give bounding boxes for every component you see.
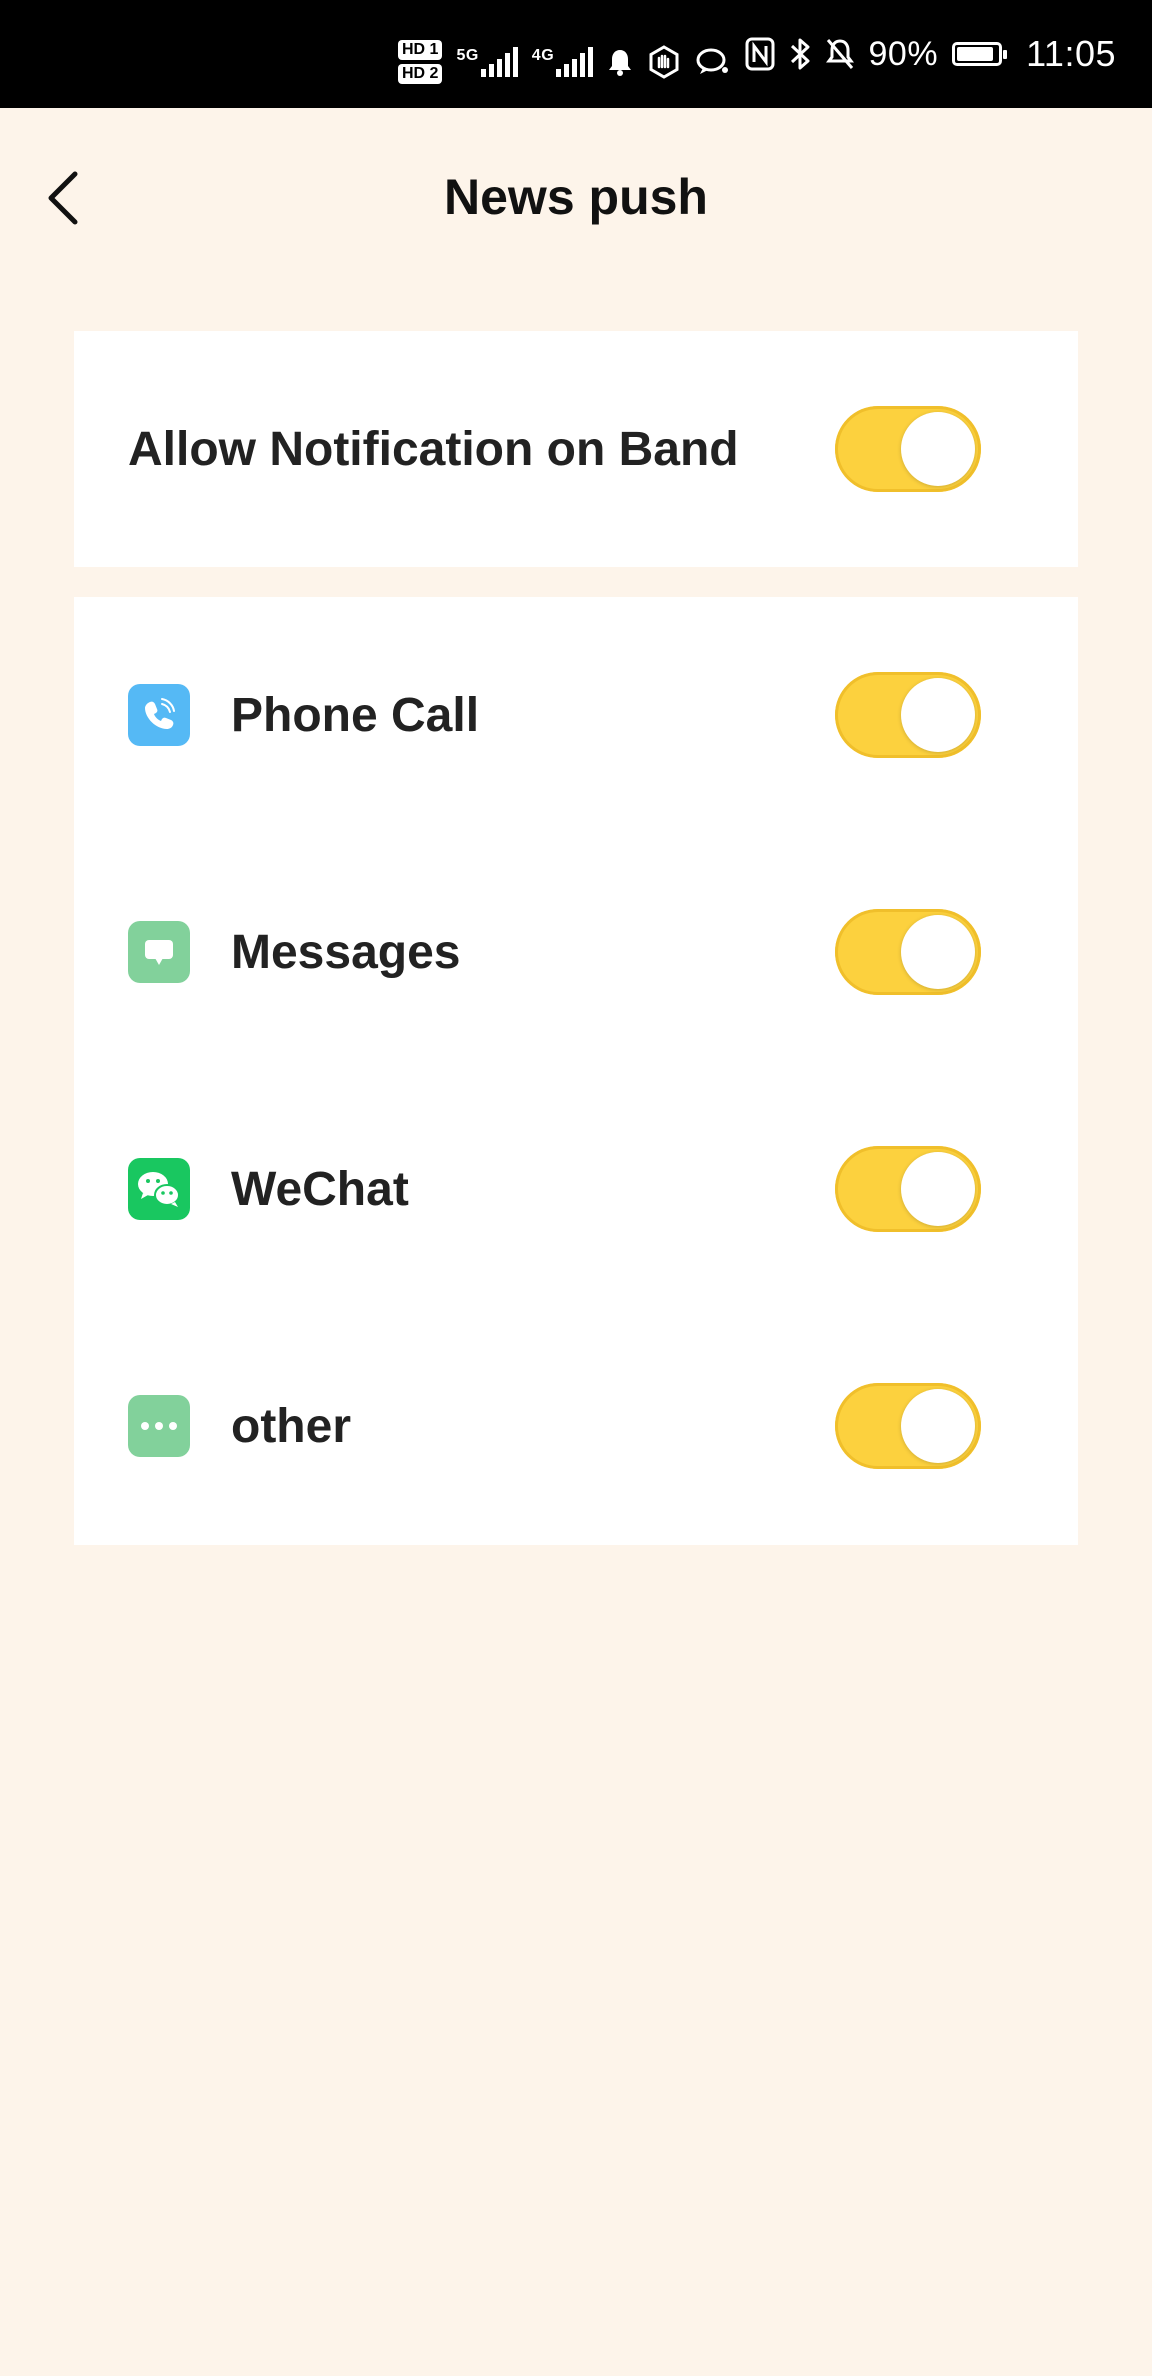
wechat-toggle[interactable] [835,1146,981,1232]
toggle-knob [901,915,975,989]
net1-label: 5G [456,47,479,64]
app-row-messages: Messages [74,834,1078,1070]
other-toggle[interactable] [835,1383,981,1469]
hd2-label: HD 2 [398,64,443,84]
hd1-label: HD 1 [398,40,443,60]
main-toggle-row: Allow Notification on Band [74,331,1078,567]
message-icon [128,921,190,983]
net2-label: 4G [531,47,555,64]
bluetooth-icon [790,38,810,70]
allow-notification-toggle[interactable] [835,406,981,492]
app-list-card: Phone Call Messages WeChat other [74,597,1078,1545]
app-label: Phone Call [231,688,480,742]
app-row-phone-call: Phone Call [74,597,1078,833]
phone-call-toggle[interactable] [835,672,981,758]
toggle-knob [901,1152,975,1226]
hd-icon: HD 1 HD 2 [398,40,443,84]
phone-icon [128,684,190,746]
wechat-icon [128,1158,190,1220]
header: News push [0,108,1152,278]
messages-toggle[interactable] [835,909,981,995]
main-toggle-card: Allow Notification on Band [74,331,1078,567]
nfc-icon [745,37,775,71]
page-title: News push [444,169,708,225]
notification-bell-icon [609,50,632,76]
main-toggle-label: Allow Notification on Band [128,422,739,476]
hand-icon [649,45,679,79]
mute-icon [825,39,854,69]
battery-percent: 90% [868,34,939,73]
app-row-wechat: WeChat [74,1071,1078,1307]
toggle-knob [901,1389,975,1463]
signal-4g-icon: 4G [531,47,594,77]
more-dots-icon [128,1395,190,1457]
clock: 11:05 [1026,33,1116,74]
app-label: Messages [231,925,461,979]
status-bar: HD 1 HD 2 5G 4G 90% 11:05 [0,0,1152,108]
app-row-other: other [74,1308,1078,1544]
toggle-knob [901,678,975,752]
chat-icon [696,48,729,74]
app-label: other [231,1399,351,1453]
toggle-knob [901,412,975,486]
app-label: WeChat [231,1162,409,1216]
status-bar-left-icons: HD 1 HD 2 5G 4G [398,32,731,92]
battery-icon [952,42,1008,66]
status-bar-right: 90% 11:05 [745,0,1116,108]
battery-fill [957,47,994,61]
signal-5g-icon: 5G [456,47,518,77]
